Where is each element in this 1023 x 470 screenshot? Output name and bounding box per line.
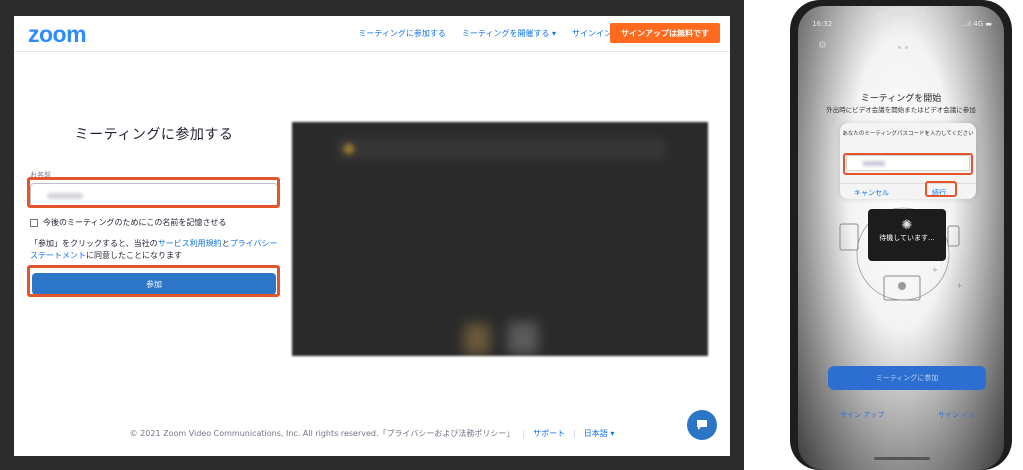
- copyright-text: © 2021 Zoom Video Communications, Inc. A…: [129, 429, 515, 438]
- participant-thumb-2: [508, 322, 538, 354]
- site-footer: © 2021 Zoom Video Communications, Inc. A…: [14, 428, 730, 439]
- phone-sign-up-link[interactable]: サイン アップ: [840, 410, 884, 420]
- chat-icon: [697, 420, 707, 430]
- terms-notice: 「参加」をクリックすると、当社のサービス利用規約とプライバシーステートメントに同…: [30, 238, 278, 262]
- remember-name-label: 今後のミーティングのためにこの名前を記憶させる: [43, 218, 227, 227]
- page-title: ミーティングに参加する: [74, 127, 234, 143]
- page-dots: [898, 46, 908, 49]
- terms-suffix: に同意したことになります: [86, 251, 182, 260]
- video-badge: [344, 144, 354, 154]
- signup-button[interactable]: サインアップは無料です: [610, 23, 720, 43]
- blurred-passcode-value: [863, 161, 885, 166]
- terms-prefix: 「参加」をクリックすると、当社の: [30, 239, 158, 248]
- footer-divider: |: [522, 429, 526, 438]
- status-bar: 16:32 ..ıl 4G ▬: [812, 20, 992, 28]
- svg-text:+: +: [956, 281, 963, 290]
- video-banner: [336, 138, 666, 160]
- remember-name-checkbox[interactable]: 今後のミーティングのためにこの名前を記憶させる: [30, 217, 278, 228]
- footer-divider: |: [573, 429, 576, 438]
- tutorial-composite: zoom ミーティングに参加する ミーティングを開催する ▾ サインイン サイン…: [0, 0, 1023, 470]
- waiting-text: 待機しています...: [879, 234, 935, 242]
- passcode-input[interactable]: [846, 155, 970, 171]
- language-selector[interactable]: 日本語 ▾: [584, 429, 615, 438]
- status-time: 16:32: [812, 20, 833, 28]
- top-nav: ミーティングに参加する ミーティングを開催する ▾ サインイン: [358, 28, 612, 39]
- site-header: zoom ミーティングに参加する ミーティングを開催する ▾ サインイン サイン…: [14, 16, 730, 52]
- name-input[interactable]: [30, 183, 278, 207]
- phone-notch: [876, 13, 926, 16]
- phone-join-meeting-button[interactable]: ミーティングに参加: [828, 366, 986, 390]
- passcode-dialog: あなたのミーティングパスコードを入力してください キャンセル 続行: [840, 123, 976, 199]
- blurred-name-value: [47, 193, 83, 199]
- participant-thumb-1: [464, 324, 490, 354]
- terms-and: と: [221, 239, 230, 248]
- zoom-app-screen: 16:32 ..ıl 4G ▬ ⚙ ミーティングを開始 外出時にビデオ会議を開始…: [798, 6, 1004, 470]
- terms-of-service-link[interactable]: サービス利用規約: [158, 239, 222, 248]
- join-button[interactable]: 参加: [32, 273, 276, 295]
- passcode-message: あなたのミーティングパスコードを入力してください: [842, 131, 974, 137]
- blurred-video-preview: [292, 122, 708, 356]
- zoom-logo[interactable]: zoom: [28, 21, 87, 48]
- spinner-icon: ✺: [901, 218, 913, 233]
- nav-sign-in[interactable]: サインイン: [572, 28, 612, 39]
- support-link[interactable]: サポート: [533, 429, 565, 438]
- phone-subtitle: 外出時にビデオ会議を開始またはビデオ会議に参加: [826, 106, 976, 114]
- nav-join-meeting[interactable]: ミーティングに参加する: [358, 28, 446, 39]
- status-icons: ..ıl 4G ▬: [962, 20, 992, 28]
- phone-title: ミーティングを開始: [860, 94, 942, 104]
- chat-bubble-button[interactable]: [687, 410, 717, 440]
- zoom-web-page: zoom ミーティングに参加する ミーティングを開催する ▾ サインイン サイン…: [14, 16, 730, 456]
- gear-icon[interactable]: ⚙: [818, 40, 827, 51]
- join-form: ミーティングに参加する お名前 今後のミーティングのためにこの名前を記憶させる …: [30, 124, 278, 295]
- home-indicator: [874, 457, 930, 460]
- laptop-frame: zoom ミーティングに参加する ミーティングを開催する ▾ サインイン サイン…: [0, 0, 744, 470]
- name-label: お名前: [30, 171, 51, 179]
- waiting-toast: ✺ 待機しています...: [868, 209, 946, 261]
- checkbox-box[interactable]: [30, 218, 38, 227]
- svg-text:+: +: [932, 266, 938, 274]
- phone-frame: 16:32 ..ıl 4G ▬ ⚙ ミーティングを開始 外出時にビデオ会議を開始…: [790, 0, 1012, 470]
- phone-sign-in-link[interactable]: サイン イン: [938, 410, 975, 420]
- nav-host-meeting[interactable]: ミーティングを開催する ▾: [462, 28, 556, 39]
